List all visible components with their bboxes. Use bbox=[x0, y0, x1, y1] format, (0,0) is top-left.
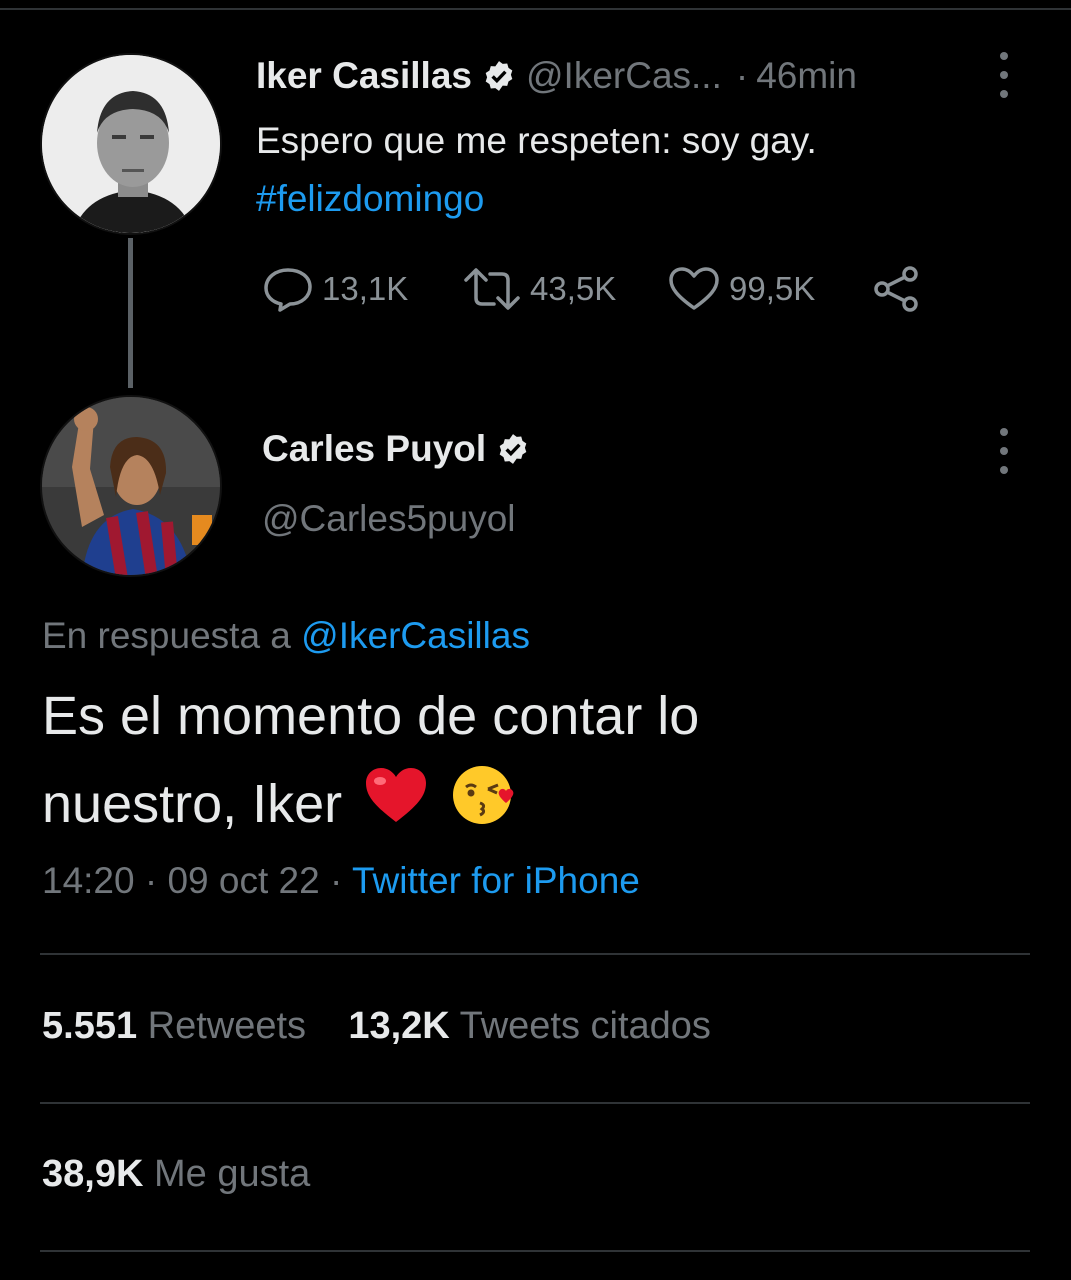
quotes-stat[interactable]: 13,2K Tweets citados bbox=[348, 1005, 711, 1047]
heart-icon bbox=[669, 267, 719, 310]
retweet-count: 43,5K bbox=[530, 270, 617, 307]
tweet-timestamp[interactable]: 14:20 bbox=[42, 860, 135, 901]
divider bbox=[40, 1250, 1030, 1252]
retweets-stat[interactable]: 5.551 Retweets bbox=[42, 1005, 317, 1047]
quotes-label: Tweets citados bbox=[459, 1005, 711, 1047]
verified-badge-icon bbox=[482, 59, 516, 93]
quotes-count: 13,2K bbox=[348, 1005, 450, 1047]
retweet-icon bbox=[464, 268, 520, 310]
puyol-avatar[interactable] bbox=[40, 395, 222, 577]
hashtag-link[interactable]: #felizdomingo bbox=[256, 170, 817, 228]
reply-icon bbox=[264, 268, 312, 312]
parent-tweet-header: Iker Casillas @IkerCas... · 46min bbox=[256, 50, 857, 102]
retweets-label: Retweets bbox=[147, 1005, 307, 1047]
tweet-meta: 14:20 · 09 oct 22 · Twitter for iPhone bbox=[42, 860, 640, 902]
tweet-date[interactable]: 09 oct 22 bbox=[167, 860, 319, 901]
reply-context: En respuesta a @IkerCasillas bbox=[42, 615, 530, 657]
divider bbox=[40, 1102, 1030, 1104]
retweet-button[interactable]: 43,5K bbox=[462, 266, 667, 312]
reply-tweet-text: Es el momento de contar lo nuestro, Iker bbox=[42, 672, 1022, 853]
divider bbox=[40, 953, 1030, 955]
top-divider bbox=[0, 8, 1071, 10]
parent-tweet-text: Espero que me respeten: soy gay. #felizd… bbox=[256, 112, 817, 228]
like-button[interactable]: 99,5K bbox=[667, 266, 872, 312]
red-heart-emoji bbox=[363, 764, 429, 852]
tweet-body: Espero que me respeten: soy gay. bbox=[256, 120, 817, 161]
reply-author-handle[interactable]: @Carles5puyol bbox=[262, 498, 516, 540]
thread-connector-line bbox=[128, 238, 133, 388]
likes-count: 38,9K bbox=[42, 1153, 144, 1195]
more-options-icon[interactable] bbox=[995, 428, 1013, 474]
reply-author-row: Carles Puyol bbox=[262, 428, 540, 470]
reply-text-line-1: Es el momento de contar lo bbox=[42, 686, 700, 746]
like-count: 99,5K bbox=[729, 270, 816, 307]
tweet-time[interactable]: 46min bbox=[756, 55, 857, 97]
more-options-icon[interactable] bbox=[995, 52, 1013, 98]
likes-stat[interactable]: 38,9K Me gusta bbox=[42, 1153, 310, 1195]
likes-stats-row: 38,9K Me gusta bbox=[42, 1153, 310, 1196]
retweets-count: 5.551 bbox=[42, 1005, 138, 1047]
share-button[interactable] bbox=[872, 266, 930, 312]
share-icon bbox=[874, 266, 918, 312]
separator: · bbox=[735, 55, 749, 96]
reply-text-line-2: nuestro, Iker bbox=[42, 774, 343, 834]
tweet-thread-screen: Iker Casillas @IkerCas... · 46min Espero… bbox=[0, 0, 1071, 1280]
tweet-source-link[interactable]: Twitter for iPhone bbox=[352, 860, 640, 901]
reply-mention-link[interactable]: @IkerCasillas bbox=[301, 615, 530, 656]
iker-avatar[interactable] bbox=[40, 53, 222, 235]
reply-author-name[interactable]: Carles Puyol bbox=[262, 428, 486, 470]
retweet-stats-row: 5.551 Retweets 13,2K Tweets citados bbox=[42, 1005, 711, 1048]
verified-badge-icon bbox=[496, 432, 530, 466]
author-handle[interactable]: @IkerCas... bbox=[526, 55, 722, 97]
likes-label: Me gusta bbox=[153, 1153, 311, 1195]
separator: · bbox=[144, 860, 158, 901]
reply-count: 13,1K bbox=[322, 270, 409, 307]
tweet-actions: 13,1K 43,5K 99,5K bbox=[262, 262, 930, 316]
separator: · bbox=[330, 860, 343, 901]
reply-text-line-2-wrap: nuestro, Iker bbox=[42, 760, 1022, 853]
kiss-face-emoji bbox=[450, 763, 520, 853]
reply-prefix: En respuesta a bbox=[42, 615, 291, 656]
reply-button[interactable]: 13,1K bbox=[262, 266, 462, 312]
author-name[interactable]: Iker Casillas bbox=[256, 55, 472, 97]
